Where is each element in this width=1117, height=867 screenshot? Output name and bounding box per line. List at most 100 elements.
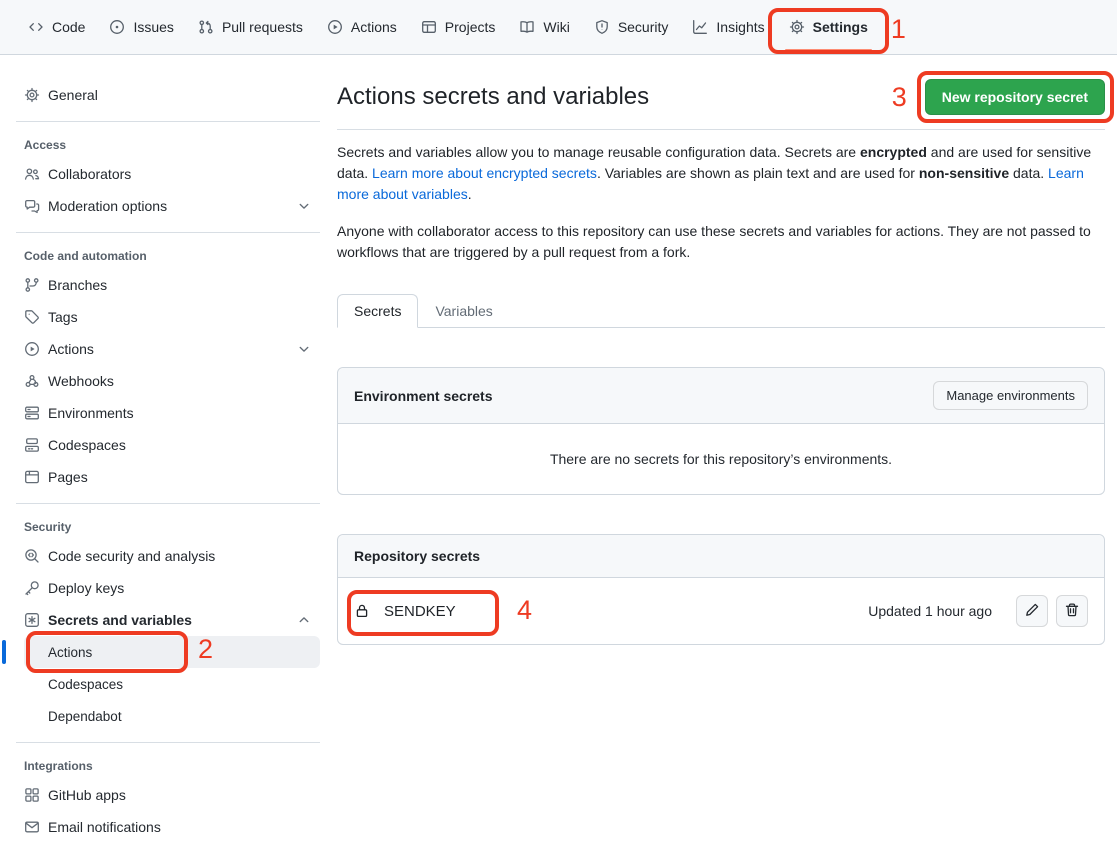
sidebar-item-label: Dependabot [48, 709, 312, 724]
tab-variables[interactable]: Variables [418, 294, 509, 328]
sidebar-item-label: Webhooks [48, 373, 312, 389]
tab-secrets[interactable]: Secrets [337, 294, 418, 328]
sidebar-item-pages[interactable]: Pages [16, 461, 320, 493]
sidebar-item-github-apps[interactable]: GitHub apps [16, 779, 320, 811]
text-segment: . [468, 186, 472, 202]
sidebar-item-general[interactable]: General [16, 79, 320, 111]
tag-icon [24, 309, 40, 325]
codescan-icon [24, 548, 40, 564]
codespaces-icon [24, 437, 40, 453]
key-icon [24, 580, 40, 596]
sidebar-item-label: Pages [48, 469, 312, 485]
sidebar-item-label: Tags [48, 309, 312, 325]
page-title: Actions secrets and variables [337, 83, 649, 111]
sidebar-item-dependabot[interactable]: Dependabot [24, 700, 320, 732]
annotation-number-1: 1 [891, 16, 906, 43]
nav-item-wiki[interactable]: Wiki [507, 0, 581, 54]
text-segment: data. [1009, 165, 1048, 181]
sidebar-item-label: Code security and analysis [48, 548, 312, 564]
sidebar-item-email-notifications[interactable]: Email notifications [16, 811, 320, 843]
nav-item-settings[interactable]: Settings 1 [777, 0, 880, 54]
main-content: Actions secrets and variables 3 New repo… [336, 55, 1117, 645]
sidebar-item-environments[interactable]: Environments [16, 397, 320, 429]
sidebar-item-codespaces[interactable]: Codespaces [24, 668, 320, 700]
text-segment: . Variables are shown as plain text and … [597, 165, 919, 181]
key-asterisk-icon [24, 612, 40, 628]
pencil-icon [1024, 602, 1040, 621]
chevron-up-icon [296, 612, 312, 628]
sidebar-item-deploy-keys[interactable]: Deploy keys [16, 572, 320, 604]
graph-icon [692, 19, 708, 35]
sidebar-item-secrets-and-variables[interactable]: Secrets and variables [16, 604, 320, 636]
nav-item-security[interactable]: Security [582, 0, 681, 54]
environment-secrets-title: Environment secrets [354, 388, 493, 404]
sidebar-item-webhooks[interactable]: Webhooks [16, 365, 320, 397]
nav-item-projects[interactable]: Projects [409, 0, 508, 54]
git-pull-request-icon [198, 19, 214, 35]
sidebar-divider [16, 121, 320, 122]
webhook-icon [24, 373, 40, 389]
manage-environments-button[interactable]: Manage environments [933, 381, 1088, 410]
repo-nav: Code Issues Pull requests Actions Projec… [0, 0, 1117, 55]
secret-row: SENDKEY 4 Updated 1 hour ago [338, 578, 1104, 644]
server-icon [24, 405, 40, 421]
sidebar-item-label: Collaborators [48, 166, 312, 182]
new-secret-annotation-wrap: 3 New repository secret [925, 79, 1105, 115]
nav-item-label: Insights [716, 19, 764, 35]
issue-opened-icon [109, 19, 125, 35]
sidebar-item-label: Deploy keys [48, 580, 312, 596]
nav-item-issues[interactable]: Issues [97, 0, 185, 54]
text-segment: encrypted [860, 144, 927, 160]
gear-icon [789, 19, 805, 35]
sidebar-item-tags[interactable]: Tags [16, 301, 320, 333]
edit-secret-button[interactable] [1016, 595, 1048, 627]
code-icon [28, 19, 44, 35]
selected-accent-bar [2, 640, 6, 664]
sidebar-divider [16, 503, 320, 504]
annotation-number-2: 2 [198, 636, 213, 663]
encrypted-secrets-link[interactable]: Learn more about encrypted secrets [372, 165, 597, 181]
page-header: Actions secrets and variables 3 New repo… [337, 79, 1105, 130]
sidebar-item-label: GitHub apps [48, 787, 312, 803]
mail-icon [24, 819, 40, 835]
secret-name-annotation-wrap: SENDKEY 4 [354, 603, 504, 620]
repository-secrets-header: Repository secrets [338, 535, 1104, 578]
sidebar-section-title-code-and-automation: Code and automation [16, 243, 320, 269]
people-icon [24, 166, 40, 182]
new-repository-secret-button[interactable]: New repository secret [925, 79, 1105, 115]
secret-meta: Updated 1 hour ago [868, 595, 1088, 627]
sidebar-item-moderation-options[interactable]: Moderation options [16, 190, 320, 222]
sidebar-item-collaborators[interactable]: Collaborators [16, 158, 320, 190]
sidebar-item-actions[interactable]: Actions 2 [24, 636, 320, 668]
lock-icon [354, 603, 370, 619]
github-repo-settings-page: Code Issues Pull requests Actions Projec… [0, 0, 1117, 859]
nav-item-label: Code [52, 19, 85, 35]
nav-item-actions[interactable]: Actions [315, 0, 409, 54]
apps-icon [24, 787, 40, 803]
content-area: General Access Collaborators Moderation … [0, 55, 1117, 859]
repository-secrets-list: SENDKEY 4 Updated 1 hour ago [338, 578, 1104, 644]
sidebar-item-label: Branches [48, 277, 312, 293]
repository-secrets-title: Repository secrets [354, 548, 480, 564]
trash-icon [1064, 602, 1080, 621]
table-icon [421, 19, 437, 35]
sidebar-item-label: Secrets and variables [48, 612, 288, 628]
sidebar-item-actions[interactable]: Actions [16, 333, 320, 365]
sidebar-divider [16, 232, 320, 233]
annotation-number-4: 4 [517, 597, 532, 624]
sidebar-item-codespaces[interactable]: Codespaces [16, 429, 320, 461]
nav-item-insights[interactable]: Insights [680, 0, 776, 54]
sidebar-item-label: Actions [48, 341, 288, 357]
gear-icon [24, 87, 40, 103]
sidebar-item-code-security-and-analysis[interactable]: Code security and analysis [16, 540, 320, 572]
collaborator-access-paragraph: Anyone with collaborator access to this … [337, 221, 1097, 263]
nav-item-code[interactable]: Code [16, 0, 97, 54]
environment-secrets-empty-text: There are no secrets for this repository… [338, 424, 1104, 494]
delete-secret-button[interactable] [1056, 595, 1088, 627]
sidebar-item-branches[interactable]: Branches [16, 269, 320, 301]
nav-item-pull-requests[interactable]: Pull requests [186, 0, 315, 54]
nav-item-label: Wiki [543, 19, 569, 35]
sidebar-item-label: Moderation options [48, 198, 288, 214]
sidebar-section-title-access: Access [16, 132, 320, 158]
git-branch-icon [24, 277, 40, 293]
